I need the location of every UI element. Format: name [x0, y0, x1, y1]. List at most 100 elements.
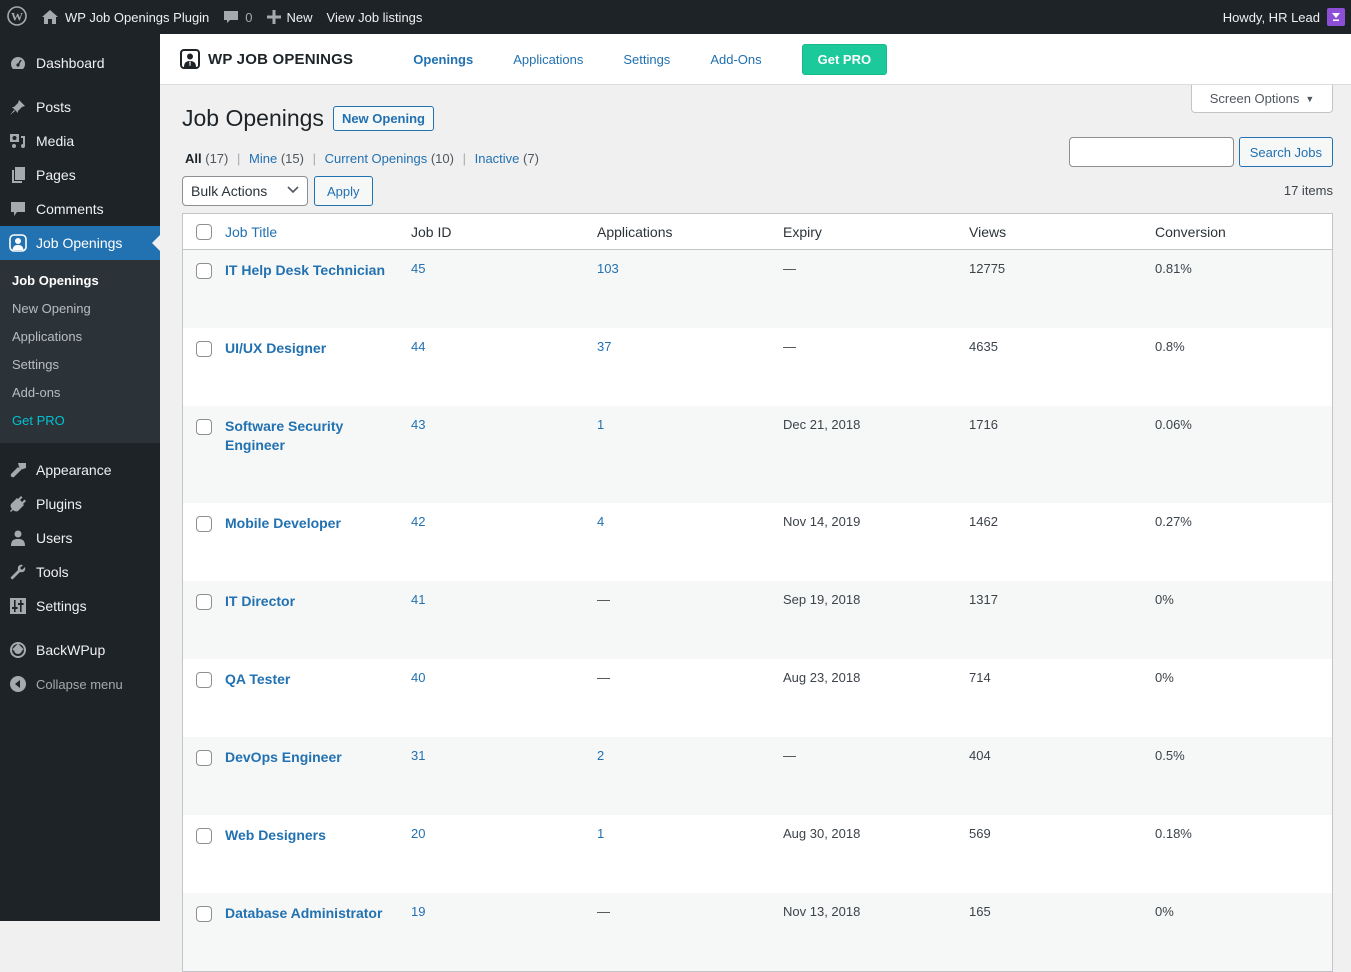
- submenu-applications[interactable]: Applications: [0, 323, 160, 351]
- job-id-link[interactable]: 31: [411, 748, 425, 763]
- submenu-settings[interactable]: Settings: [0, 351, 160, 379]
- sidebar-item-settings[interactable]: Settings: [0, 589, 160, 623]
- sidebar-item-posts[interactable]: Posts: [0, 90, 160, 124]
- job-id-link[interactable]: 45: [411, 261, 425, 276]
- select-all-checkbox[interactable]: [195, 223, 212, 240]
- sidebar-item-tools[interactable]: Tools: [0, 555, 160, 589]
- job-title-link[interactable]: DevOps Engineer: [225, 748, 405, 767]
- column-job-id: Job ID: [411, 223, 452, 240]
- job-id-link[interactable]: 40: [411, 670, 425, 685]
- screen-options-button[interactable]: Screen Options ▼: [1191, 85, 1333, 113]
- applications-link[interactable]: 4: [597, 514, 604, 529]
- bulk-actions-select[interactable]: Bulk Actions: [182, 176, 308, 206]
- sidebar-item-label: Job Openings: [36, 235, 123, 251]
- job-title-link[interactable]: IT Director: [225, 592, 405, 611]
- job-title-link[interactable]: UI/UX Designer: [225, 339, 405, 358]
- conversion-value: 0%: [1155, 904, 1174, 919]
- sidebar-item-appearance[interactable]: Appearance: [0, 453, 160, 487]
- applications-link[interactable]: 1: [597, 417, 604, 432]
- plugin-nav-settings[interactable]: Settings: [623, 52, 670, 67]
- row-checkbox[interactable]: [195, 828, 212, 844]
- new-opening-button[interactable]: New Opening: [332, 106, 434, 131]
- search-box: Search Jobs: [1068, 137, 1333, 167]
- filter-current-openings[interactable]: Current Openings: [325, 151, 428, 166]
- job-id-link[interactable]: 20: [411, 826, 425, 841]
- table-body: IT Help Desk Technician 45 103 — 12775 0.81% U…: [183, 250, 1332, 971]
- search-jobs-button[interactable]: Search Jobs: [1238, 137, 1333, 167]
- wordpress-logo-button[interactable]: W: [0, 0, 34, 34]
- job-title-link[interactable]: Mobile Developer: [225, 514, 405, 533]
- row-checkbox[interactable]: [195, 516, 212, 532]
- submenu-add-ons[interactable]: Add-ons: [0, 379, 160, 407]
- expiry-value: —: [783, 748, 796, 763]
- get-pro-button[interactable]: Get PRO: [801, 43, 888, 75]
- sidebar-item-label: Users: [36, 530, 73, 546]
- view-job-listings-link[interactable]: View Job listings: [320, 0, 430, 34]
- submenu-get-pro[interactable]: Get PRO: [0, 407, 160, 435]
- row-checkbox[interactable]: [195, 672, 212, 688]
- expiry-value: Nov 14, 2019: [783, 514, 861, 529]
- pin-icon: [8, 97, 28, 117]
- submenu-job-openings[interactable]: Job Openings: [0, 267, 160, 295]
- applications-value: —: [597, 904, 610, 919]
- filter-mine[interactable]: Mine: [249, 151, 277, 166]
- sidebar-item-pages[interactable]: Pages: [0, 158, 160, 192]
- column-job-title[interactable]: Job Title: [225, 224, 277, 240]
- job-title-link[interactable]: IT Help Desk Technician: [225, 261, 405, 280]
- filter-inactive[interactable]: Inactive: [475, 151, 520, 166]
- job-user-icon: [180, 49, 200, 69]
- search-input[interactable]: [1068, 137, 1234, 167]
- row-checkbox[interactable]: [195, 906, 212, 922]
- row-checkbox[interactable]: [195, 419, 212, 435]
- apply-button[interactable]: Apply: [314, 176, 373, 206]
- row-checkbox[interactable]: [195, 263, 212, 279]
- job-title-link[interactable]: Software Security Engineer: [225, 417, 405, 455]
- new-label: New: [286, 9, 313, 25]
- job-id-link[interactable]: 43: [411, 417, 425, 432]
- sidebar-item-users[interactable]: Users: [0, 521, 160, 555]
- plugin-nav-openings[interactable]: Openings: [413, 52, 473, 67]
- applications-link[interactable]: 2: [597, 748, 604, 763]
- filter-all-count: (17): [205, 151, 229, 166]
- sidebar-item-media[interactable]: Media: [0, 124, 160, 158]
- applications-link[interactable]: 37: [597, 339, 611, 354]
- job-id-link[interactable]: 44: [411, 339, 425, 354]
- brush-icon: [8, 460, 28, 480]
- new-content-link[interactable]: New: [260, 0, 320, 34]
- applications-link[interactable]: 1: [597, 826, 604, 841]
- row-checkbox[interactable]: [195, 750, 212, 766]
- sidebar-item-job-openings[interactable]: Job Openings: [0, 226, 160, 260]
- user-icon: [8, 528, 28, 548]
- plugin-nav-add-ons[interactable]: Add-Ons: [710, 52, 761, 67]
- row-checkbox[interactable]: [195, 341, 212, 357]
- job-id-link[interactable]: 19: [411, 904, 425, 919]
- job-title-link[interactable]: Database Administrator: [225, 904, 405, 923]
- avatar: [1327, 8, 1345, 26]
- collapse-menu-button[interactable]: Collapse menu: [0, 667, 160, 701]
- conversion-value: 0.27%: [1155, 514, 1192, 529]
- job-id-link[interactable]: 41: [411, 592, 425, 607]
- plugin-nav-applications[interactable]: Applications: [513, 52, 583, 67]
- comment-icon: [8, 199, 28, 219]
- sidebar-item-plugins[interactable]: Plugins: [0, 487, 160, 521]
- separator: |: [462, 151, 466, 166]
- account-menu[interactable]: Howdy, HR Lead: [1216, 0, 1351, 34]
- filter-all[interactable]: All: [185, 151, 202, 166]
- sidebar-item-comments[interactable]: Comments: [0, 192, 160, 226]
- job-id-link[interactable]: 42: [411, 514, 425, 529]
- comments-link[interactable]: 0: [216, 0, 259, 34]
- submenu-new-opening[interactable]: New Opening: [0, 295, 160, 323]
- pages-icon: [8, 165, 28, 185]
- site-name-link[interactable]: WP Job Openings Plugin: [34, 0, 216, 34]
- applications-link[interactable]: 103: [597, 261, 619, 276]
- sidebar-item-label: Posts: [36, 99, 72, 115]
- sidebar-item-backwpup[interactable]: BackWPup: [0, 633, 160, 667]
- column-conversion: Conversion: [1155, 223, 1226, 240]
- job-title-link[interactable]: Web Designers: [225, 826, 405, 845]
- conversion-value: 0.81%: [1155, 261, 1192, 276]
- sidebar-item-label: Pages: [36, 167, 76, 183]
- row-checkbox[interactable]: [195, 594, 212, 610]
- sidebar-item-dashboard[interactable]: Dashboard: [0, 46, 160, 80]
- filter-inactive-count: (7): [523, 151, 539, 166]
- job-title-link[interactable]: QA Tester: [225, 670, 405, 689]
